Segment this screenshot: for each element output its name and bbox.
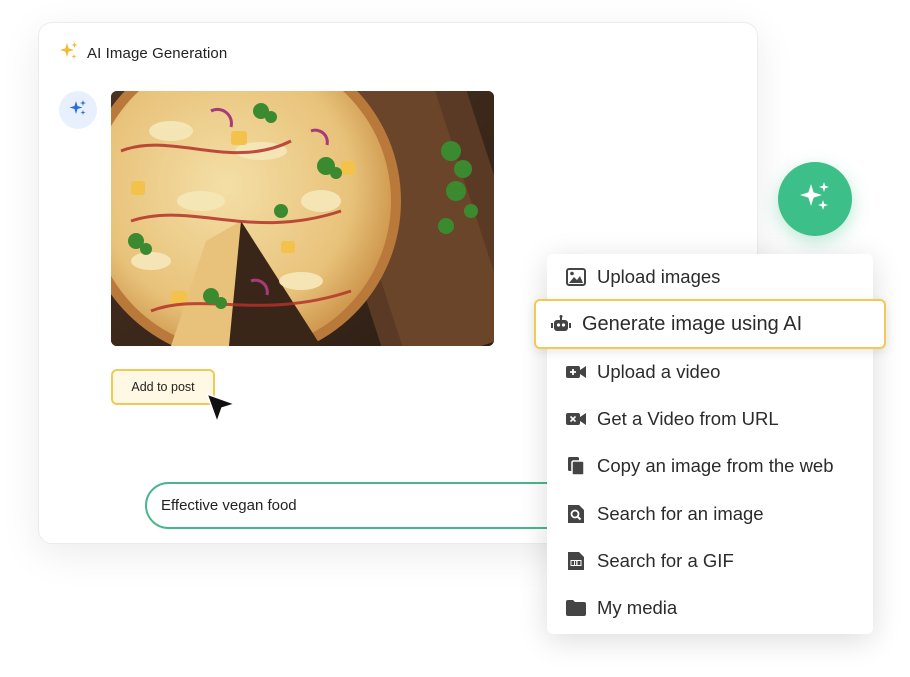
mouse-cursor-icon	[205, 392, 238, 431]
menu-item-upload-video[interactable]: Upload a video	[565, 361, 720, 383]
menu-item-copy-image-web[interactable]: Copy an image from the web	[565, 455, 834, 477]
menu-item-label: Upload images	[597, 266, 721, 287]
menu-item-generate-image-ai[interactable]: Generate image using AI	[534, 299, 886, 349]
menu-item-label: My media	[597, 597, 678, 618]
menu-item-search-gif[interactable]: Search for a GIF	[565, 550, 734, 572]
panel-title: AI Image Generation	[87, 45, 228, 62]
image-icon	[565, 268, 587, 286]
ai-avatar	[59, 91, 97, 129]
menu-item-my-media[interactable]: My media	[565, 597, 677, 619]
menu-item-label: Search for a GIF	[597, 550, 734, 571]
sparkle-icon	[68, 98, 88, 123]
sparkle-icon	[59, 41, 79, 66]
copy-icon	[565, 456, 587, 476]
menu-item-label: Search for an image	[597, 503, 764, 524]
sparkle-icon	[797, 179, 833, 220]
gif-file-icon	[565, 551, 587, 571]
prompt-input[interactable]	[159, 496, 563, 515]
media-options-menu: Upload images Generate image using AI Up	[534, 254, 886, 634]
video-link-icon	[565, 412, 587, 426]
menu-item-upload-images[interactable]: Upload images	[565, 266, 720, 288]
menu-item-video-from-url[interactable]: Get a Video from URL	[565, 408, 779, 430]
menu-item-label: Copy an image from the web	[597, 455, 834, 476]
panel-header: AI Image Generation	[59, 41, 227, 66]
menu-item-label: Upload a video	[597, 361, 721, 382]
video-camera-icon	[565, 365, 587, 379]
menu-item-label: Generate image using AI	[582, 312, 803, 335]
robot-icon	[550, 315, 572, 333]
folder-icon	[565, 600, 587, 616]
generated-image[interactable]	[111, 91, 494, 346]
add-to-post-button[interactable]: Add to post	[111, 369, 215, 405]
image-search-icon	[565, 504, 587, 524]
ai-sparkle-button[interactable]	[778, 162, 852, 236]
menu-item-search-image[interactable]: Search for an image	[565, 503, 764, 525]
menu-item-label: Get a Video from URL	[597, 408, 779, 429]
